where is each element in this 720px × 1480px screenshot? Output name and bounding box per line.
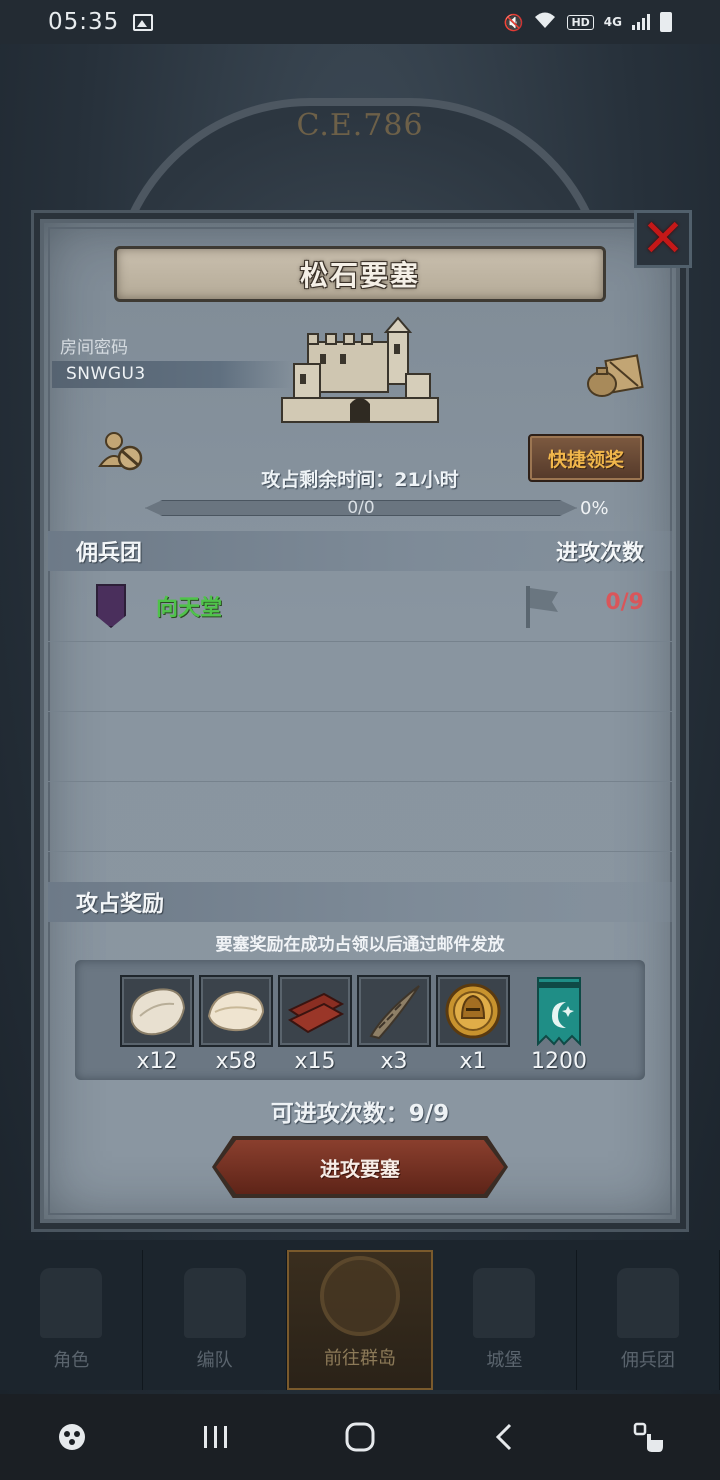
mercenary-header-label: 佣兵团 [76, 541, 143, 566]
reward-count: x1 [459, 1049, 487, 1074]
nav-tab-label: 前往群岛 [324, 1348, 397, 1369]
wool-icon [207, 990, 265, 1032]
clock: 05:35 [48, 9, 120, 35]
reward-count: 1200 [531, 1049, 587, 1074]
recent-apps-button[interactable] [186, 1407, 246, 1467]
attack-fortress-button[interactable]: 进攻要塞 [216, 1140, 504, 1194]
back-button[interactable] [474, 1407, 534, 1467]
progress-percent: 0% [580, 498, 609, 519]
mercenary-section-header: 佣兵团 进攻次数 [48, 531, 672, 571]
castle-icon [473, 1268, 536, 1338]
touch-lock-icon [633, 1422, 663, 1452]
reward-count: x3 [380, 1049, 408, 1074]
nav-tab-castle[interactable]: 城堡 [433, 1250, 577, 1390]
helmet-icon [183, 1268, 246, 1338]
reward-slot [436, 975, 510, 1047]
wood-planks-icon [287, 992, 345, 1034]
nav-tab-label: 角色 [53, 1350, 90, 1371]
reward-count: x58 [215, 1049, 257, 1074]
reward-header-label: 攻占奖励 [76, 892, 165, 917]
hd-badge: HD [567, 14, 594, 30]
reward-item[interactable]: x58 [199, 975, 273, 1093]
guild-shield-icon [96, 584, 126, 628]
reward-slot [278, 975, 352, 1047]
attacks-remaining: 可进攻次数：9/9 [270, 1101, 450, 1127]
game-launcher-icon [59, 1424, 85, 1450]
gold-helmet-medal-icon [445, 983, 501, 1039]
guild-name: 向天堂 [156, 596, 223, 621]
reward-slot [120, 975, 194, 1047]
wifi-icon [533, 11, 557, 33]
title-banner: 松石要塞 [114, 246, 606, 302]
reward-count: x12 [136, 1049, 178, 1074]
image-notification-icon [133, 13, 154, 31]
nav-tab-label: 编队 [196, 1350, 233, 1371]
reward-item[interactable]: x15 [278, 975, 352, 1093]
guild-attack-count: 0/9 [605, 590, 644, 615]
status-icons: 🔇 HD 4G [504, 11, 672, 33]
system-nav-bar [0, 1394, 720, 1480]
recent-apps-icon [204, 1426, 227, 1448]
status-bar: 05:35 🔇 HD 4G [0, 0, 720, 44]
nav-tab-character[interactable]: 角色 [0, 1250, 144, 1390]
reward-item[interactable]: x1 [436, 975, 510, 1093]
knight-icon [40, 1268, 103, 1338]
dialog-title: 松石要塞 [299, 259, 420, 292]
nav-tab-formation[interactable]: 编队 [143, 1250, 287, 1390]
empty-guild-row [48, 782, 672, 852]
room-password-value: SNWGU3 [52, 361, 292, 388]
fortress-icon [281, 316, 439, 423]
home-icon [345, 1422, 375, 1452]
network-type: 4G [603, 15, 622, 29]
close-button[interactable]: ✕ [634, 210, 692, 268]
room-password-label: 房间密码 [60, 338, 128, 358]
empty-guild-row [48, 712, 672, 782]
attack-count-header-label: 进攻次数 [555, 541, 644, 566]
battery-icon [660, 12, 672, 32]
era-label: C.E.786 [296, 108, 424, 143]
horn-icon [369, 985, 420, 1040]
home-button[interactable] [330, 1407, 390, 1467]
reward-count: x15 [294, 1049, 336, 1074]
reward-note: 要塞奖励在成功占领以后通过邮件发放 [215, 935, 505, 955]
empty-guild-row [48, 642, 672, 712]
reward-item[interactable]: x3 [357, 975, 431, 1093]
reward-section-header: 攻占奖励 [48, 882, 672, 922]
accessibility-button[interactable] [618, 1407, 678, 1467]
guild-row[interactable]: 向天堂 0/9 [48, 572, 672, 642]
compass-icon [320, 1256, 401, 1336]
close-icon: ✕ [641, 209, 685, 269]
game-launcher-button[interactable] [42, 1407, 102, 1467]
mute-icon: 🔇 [503, 12, 524, 32]
teal-banner-icon [537, 977, 581, 1046]
nav-tab-label: 佣兵团 [620, 1350, 675, 1371]
reward-item[interactable]: x12 [120, 975, 194, 1093]
nav-tab-label: 城堡 [486, 1350, 523, 1371]
back-icon [495, 1423, 512, 1451]
flag-icon [526, 586, 558, 628]
signal-icon [632, 14, 650, 30]
nav-tab-mercenary[interactable]: 佣兵团 [577, 1250, 720, 1390]
reward-slot [522, 975, 596, 1047]
ship-icon [616, 1268, 679, 1338]
game-bottom-nav: 角色 编队 前往群岛 城堡 佣兵团 [0, 1240, 720, 1390]
occupy-time-remaining: 攻占剩余时间：21小时 [261, 469, 459, 491]
nav-tab-islands[interactable]: 前往群岛 [286, 1250, 434, 1390]
reward-slot [199, 975, 273, 1047]
fur-pelt-icon [130, 988, 186, 1036]
reward-item[interactable]: 1200 [522, 975, 596, 1093]
bag-crate-icon [587, 354, 644, 397]
progress-value: 0/0 [347, 498, 375, 518]
reward-slot [357, 975, 431, 1047]
